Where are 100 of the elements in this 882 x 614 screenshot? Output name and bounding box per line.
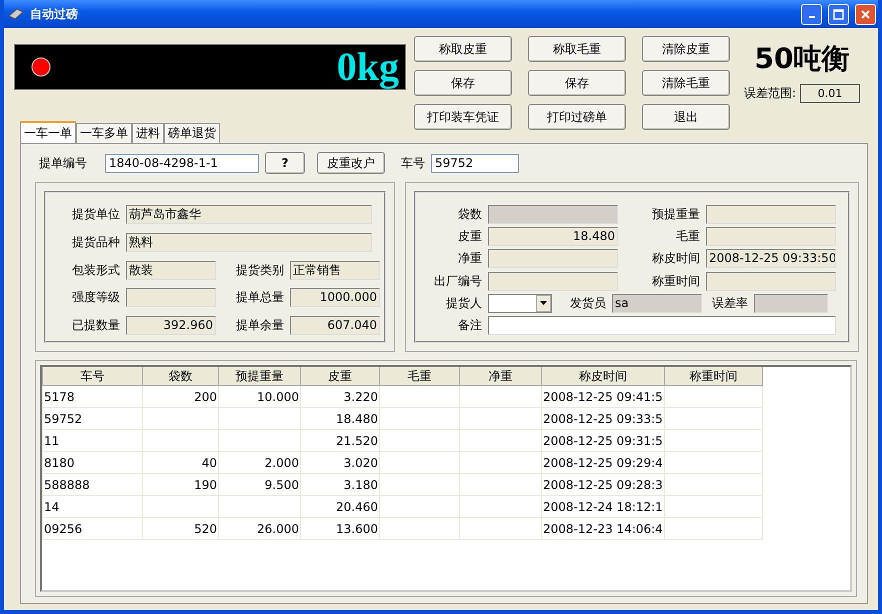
text-field[interactable] [488, 205, 618, 224]
action-button[interactable]: 清除毛重 [642, 70, 730, 96]
text-field[interactable]: 607.040 [290, 316, 380, 335]
table-cell: 3.220 [300, 386, 380, 408]
field-label: 袋数 [457, 206, 482, 223]
action-button[interactable]: 打印装车凭证 [414, 104, 512, 130]
action-button[interactable]: 保存 [528, 70, 626, 96]
text-field[interactable]: 18.480 [488, 227, 618, 246]
table-cell: 3.020 [300, 452, 380, 474]
field-label: 误差率 [711, 294, 748, 312]
tab[interactable]: 进料 [132, 123, 164, 143]
text-field[interactable]: sa [612, 294, 702, 313]
table-cell: 18.480 [300, 408, 380, 430]
tab[interactable]: 一车一单 [20, 121, 76, 143]
weight-reading: 0kg [336, 44, 399, 90]
table-cell: 2008-12-23 14:06:4 [542, 518, 664, 540]
plate-field[interactable]: 59752 [431, 154, 519, 172]
action-button[interactable]: 打印过磅单 [528, 104, 626, 130]
table-cell: 40 [142, 452, 218, 474]
action-button[interactable]: 称取皮重 [414, 36, 512, 62]
text-field[interactable]: 392.960 [126, 316, 216, 335]
input-field[interactable] [488, 316, 836, 335]
window-title: 自动过磅 [30, 6, 79, 22]
field-label: 称皮时间 [651, 250, 700, 268]
minimize-icon [808, 16, 814, 18]
text-field[interactable]: 正常销售 [290, 260, 380, 280]
order-number-label: 提单编号 [39, 154, 88, 172]
column-header[interactable]: 毛重 [380, 367, 460, 386]
field-label: 包装形式 [71, 262, 120, 278]
column-header[interactable]: 称重时间 [664, 367, 762, 386]
column-header[interactable]: 称皮时间 [542, 367, 664, 386]
table-cell: 588888 [42, 474, 142, 496]
action-button[interactable]: 清除皮重 [642, 36, 730, 62]
table-cell: 5178 [42, 386, 142, 408]
plate-label: 车号 [401, 154, 425, 172]
field-label: 提货类别 [235, 262, 284, 278]
field-label: 净重 [457, 250, 482, 268]
table-cell: 2008-12-25 09:29:4 [542, 452, 664, 474]
scale-name: 50吨衡 [754, 41, 850, 77]
column-header[interactable]: 车号 [42, 367, 142, 386]
table-cell: 09256 [42, 518, 142, 540]
maximize-button[interactable] [828, 4, 849, 24]
table-cell: 9.500 [218, 474, 300, 496]
close-icon [860, 8, 871, 20]
text-field[interactable]: 散装 [126, 260, 216, 280]
field-label: 备注 [457, 316, 482, 334]
table-cell: 8180 [42, 452, 142, 474]
tolerance-label: 误差范围: [744, 85, 796, 102]
help-button[interactable]: ? [265, 152, 305, 174]
field-label: 提货品种 [71, 234, 120, 251]
table-cell: 21.520 [300, 430, 380, 452]
action-button[interactable]: 称取毛重 [528, 36, 626, 62]
table-cell: 3.180 [300, 474, 380, 496]
table-cell: 190 [142, 474, 218, 496]
text-field[interactable] [706, 205, 836, 224]
action-button[interactable]: 退出 [642, 104, 730, 130]
text-field[interactable]: 熟料 [126, 232, 372, 252]
text-field[interactable] [754, 294, 828, 313]
field-label: 预提重量 [651, 206, 700, 223]
text-field[interactable] [706, 272, 836, 291]
table-cell: 59752 [42, 408, 142, 430]
maximize-icon [833, 8, 844, 20]
field-label: 已提数量 [71, 317, 120, 334]
table-cell: 2008-12-25 09:33:5 [542, 408, 664, 430]
tab[interactable]: 一车多单 [76, 123, 132, 143]
column-header[interactable]: 净重 [460, 367, 542, 386]
field-label: 强度等级 [71, 289, 120, 306]
column-header[interactable]: 皮重 [300, 367, 380, 386]
table-cell: 13.600 [300, 518, 380, 540]
status-light-icon [31, 57, 51, 77]
table-cell: 200 [142, 386, 218, 408]
tab[interactable]: 磅单退货 [164, 123, 220, 143]
close-button[interactable] [855, 4, 876, 24]
change-tare-button[interactable]: 皮重改户 [317, 152, 385, 174]
tolerance-value: 0.01 [800, 84, 860, 103]
text-field[interactable]: 葫芦岛市鑫华 [126, 205, 372, 224]
table-cell: 14 [42, 496, 142, 518]
table-cell: 2.000 [218, 452, 300, 474]
field-label: 提货人 [445, 294, 482, 312]
text-field[interactable] [488, 249, 618, 268]
table-cell: 10.000 [218, 386, 300, 408]
column-header[interactable]: 预提重量 [218, 367, 300, 386]
field-label: 提货单位 [71, 206, 120, 223]
field-label: 称重时间 [651, 272, 700, 290]
app-icon [8, 7, 24, 21]
text-field[interactable]: 1000.000 [290, 288, 380, 308]
field-label: 提单余量 [235, 317, 284, 334]
text-field[interactable] [126, 288, 216, 308]
column-header[interactable]: 袋数 [142, 367, 218, 386]
field-label: 提单总量 [235, 289, 284, 306]
action-button[interactable]: 保存 [414, 70, 512, 96]
text-field[interactable] [706, 227, 836, 246]
minimize-button[interactable] [801, 4, 822, 24]
table-cell: 2008-12-25 09:28:3 [542, 474, 664, 496]
table-cell: 2008-12-25 09:31:5 [542, 430, 664, 452]
order-number-field[interactable]: 1840-08-4298-1-1 [105, 154, 259, 172]
field-label: 皮重 [457, 228, 482, 246]
text-field[interactable] [488, 272, 618, 291]
field-label: 出厂编号 [433, 272, 482, 290]
table-cell: 26.000 [218, 518, 300, 540]
